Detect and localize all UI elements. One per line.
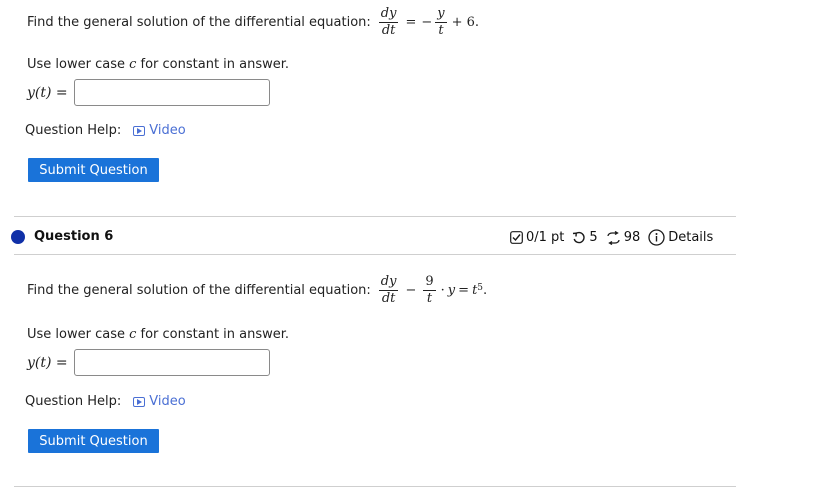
q6-y: y [447, 282, 456, 298]
q6-prompt: Find the general solution of the differe… [27, 282, 371, 298]
q6-answer-label: y(t) = [27, 354, 68, 371]
q5-answer-label: y(t) = [27, 84, 68, 101]
q6-lhs-fraction: dy dt [378, 273, 399, 306]
info-icon [648, 229, 665, 246]
q5-help-label: Question Help: [25, 123, 122, 138]
play-icon [133, 125, 146, 136]
q5-rhs-fraction: y t [435, 5, 447, 38]
q5-lhs-num: dy [378, 5, 399, 23]
divider-bottom [14, 486, 736, 487]
divider-top [14, 216, 736, 217]
q5-help-row: Question Help: Video [25, 123, 186, 138]
play-icon [133, 396, 146, 407]
q6-instruction: Use lower case c for constant in answer. [27, 327, 290, 342]
q5-rhs-den: t [438, 22, 444, 38]
q5-prompt-row: Find the general solution of the differe… [27, 2, 479, 42]
q6-title: Question 6 [34, 229, 114, 244]
q6-details-label: Details [668, 230, 714, 245]
q6-help-label: Question Help: [25, 394, 122, 409]
q5-video-link[interactable]: Video [133, 123, 186, 138]
divider-q6-header [14, 254, 736, 255]
q6-score-text: 0/1 pt [526, 230, 565, 245]
q6-answer-input[interactable] [73, 349, 270, 376]
q6-meta: 0/1 pt 5 98 Details [510, 229, 721, 246]
q6-video-label: Video [149, 394, 186, 409]
q5-prompt: Find the general solution of the differe… [27, 14, 371, 30]
question-dot-icon [11, 229, 25, 244]
q6-lhs-den: dt [381, 290, 396, 306]
q6-rhs-fraction: 9 t [423, 273, 436, 306]
q6-period: . [483, 282, 488, 298]
q6-retries-text: 5 [589, 230, 598, 245]
q6-details-button[interactable]: Details [648, 229, 713, 246]
q6-submit-button[interactable]: Submit Question [28, 429, 159, 453]
attempts-icon [607, 230, 620, 245]
q6-rhs-den: t [426, 290, 433, 306]
q6-answer-row: y(t) = [27, 349, 270, 376]
q6-help-row: Question Help: Video [25, 394, 186, 409]
q6-retries: 5 [572, 230, 598, 245]
q5-rhs-num: y [435, 5, 447, 23]
q6-dot: · [440, 282, 445, 298]
retry-icon [573, 231, 586, 243]
q6-prompt-row: Find the general solution of the differe… [27, 270, 487, 310]
q5-minus: − [421, 14, 433, 30]
q6-attempts: 98 [606, 230, 641, 245]
q5-video-label: Video [149, 123, 186, 138]
q6-score: 0/1 pt [510, 230, 564, 245]
q6-lhs-num: dy [378, 273, 399, 291]
q5-equation: dy dt = − y t + 6. [377, 5, 480, 38]
q5-answer-row: y(t) = [27, 79, 270, 106]
q6-header: Question 6 [11, 229, 113, 244]
checkbox-icon [510, 231, 523, 244]
q6-minus: − [405, 282, 417, 298]
q6-equation: dy dt − 9 t · y = t 5. [377, 273, 488, 306]
q6-video-link[interactable]: Video [133, 394, 186, 409]
q6-rhs-num: 9 [423, 273, 436, 291]
q5-answer-input[interactable] [73, 79, 270, 106]
q5-instruction: Use lower case c for constant in answer. [27, 57, 290, 72]
q6-eq-sign: = [458, 282, 470, 298]
q5-submit-button[interactable]: Submit Question [28, 158, 159, 182]
q6-exponent: 5 [477, 283, 484, 293]
q5-tail: + 6. [451, 14, 480, 30]
q6-attempts-text: 98 [623, 230, 641, 245]
q5-eq-sign: = [405, 14, 417, 30]
q5-lhs-fraction: dy dt [378, 5, 399, 38]
q5-lhs-den: dt [381, 22, 396, 38]
